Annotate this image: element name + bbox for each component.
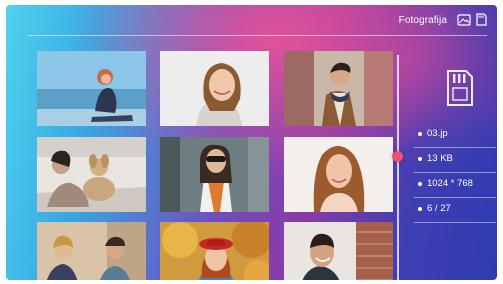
sd-card-icon[interactable]	[474, 13, 488, 26]
photo-thumbnail[interactable]	[160, 137, 269, 212]
info-filesize: 13 KB	[414, 148, 496, 173]
info-resolution: 1024 * 768	[414, 173, 496, 198]
scrollbar-thumb[interactable]	[392, 151, 403, 162]
photo-thumbnail[interactable]	[160, 51, 269, 126]
file-info-panel: 03.jp 13 KB 1024 * 768 6 / 27	[414, 123, 496, 223]
info-filename: 03.jp	[414, 123, 496, 148]
top-bar: Fotografija	[6, 5, 497, 39]
filesize-value: 13 KB	[427, 153, 453, 164]
photo-thumbnail[interactable]	[37, 137, 146, 212]
photo-thumbnail[interactable]	[284, 51, 393, 126]
bullet	[418, 207, 422, 211]
header-divider	[28, 35, 487, 36]
page-title: Fotografija	[398, 15, 447, 26]
filename-value: 03.jp	[427, 128, 448, 139]
info-index: 6 / 27	[414, 198, 496, 223]
photo-thumbnail[interactable]	[284, 137, 393, 212]
photo-thumbnail[interactable]	[284, 222, 393, 280]
photo-thumbnail[interactable]	[37, 222, 146, 280]
bullet	[418, 132, 422, 136]
photo-viewer-screen: Fotografija 03.jp 13 KB 1024 * 768 6 / 2…	[6, 5, 497, 280]
index-value: 6 / 27	[427, 203, 451, 214]
photo-grid	[37, 51, 393, 280]
photo-thumbnail[interactable]	[160, 222, 269, 280]
scrollbar-track[interactable]	[397, 55, 399, 280]
bullet	[418, 157, 422, 161]
bullet	[418, 182, 422, 186]
resolution-value: 1024 * 768	[427, 178, 473, 189]
sd-card-icon	[447, 70, 473, 106]
photo-thumbnail[interactable]	[37, 51, 146, 126]
image-folder-icon[interactable]	[457, 13, 471, 26]
